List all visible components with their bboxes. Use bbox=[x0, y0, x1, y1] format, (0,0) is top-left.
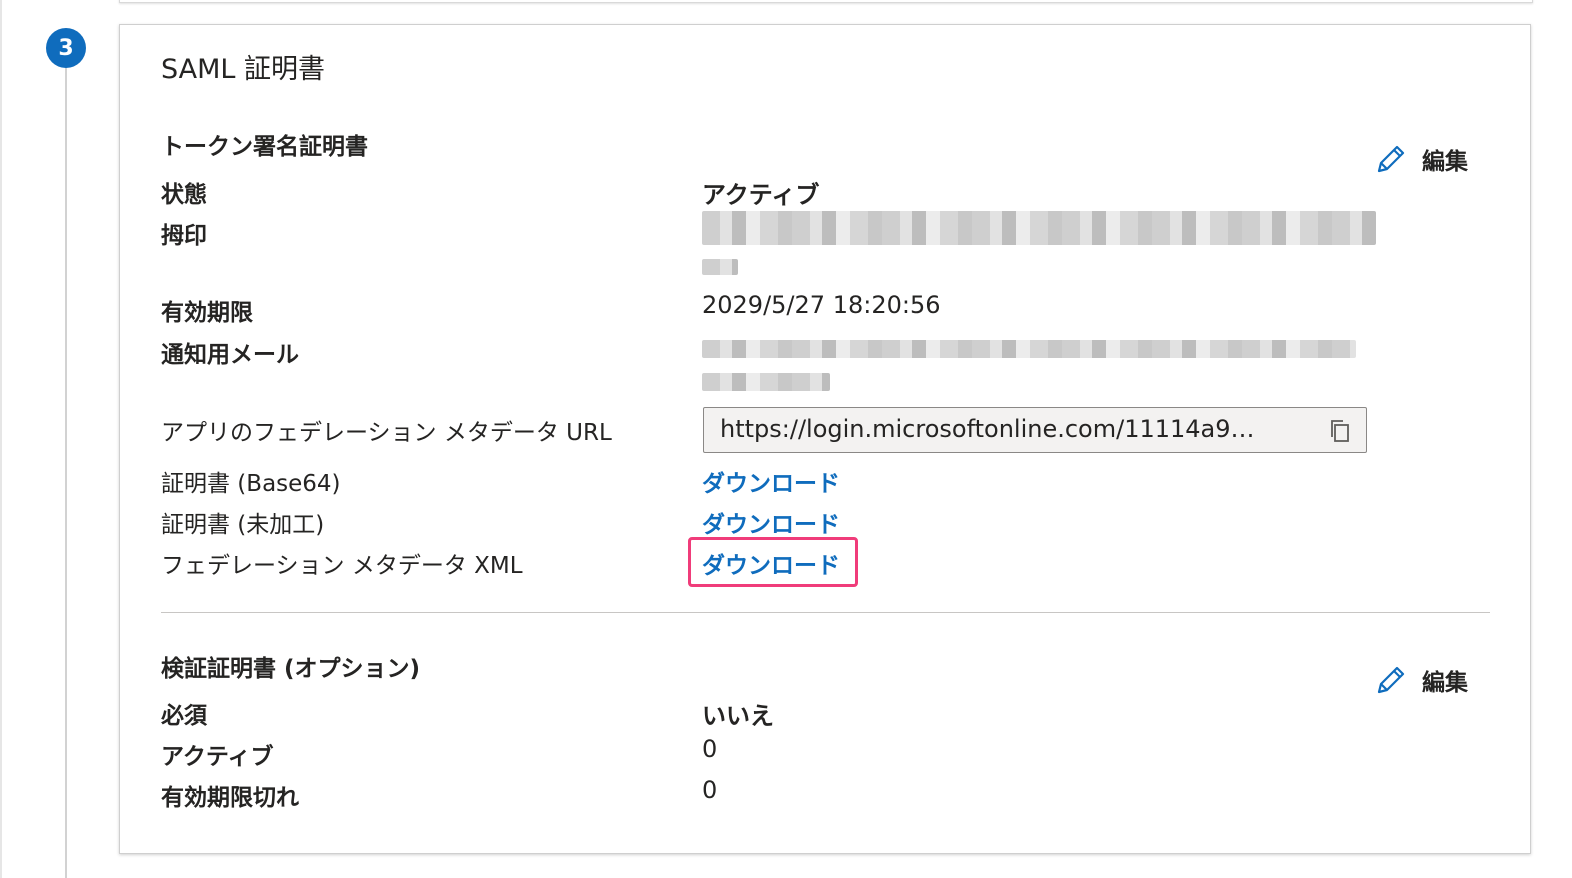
verification-cert-title: 検証証明書 (オプション) bbox=[161, 656, 421, 682]
active-label: アクティブ bbox=[161, 744, 274, 770]
expired-label: 有効期限切れ bbox=[161, 785, 299, 811]
edit-label: 編集 bbox=[1422, 670, 1468, 696]
saml-certificates-card: SAML 証明書 トークン署名証明書 編集 状態 アクティブ 拇印 有効期限 2… bbox=[119, 24, 1531, 854]
frame-edge bbox=[0, 0, 2, 878]
federation-metadata-xml-label: フェデレーション メタデータ XML bbox=[161, 553, 523, 579]
card-title: SAML 証明書 bbox=[161, 54, 326, 85]
token-signing-title: トークン署名証明書 bbox=[161, 134, 368, 160]
active-value: 0 bbox=[702, 735, 718, 763]
cert-raw-download-link[interactable]: ダウンロード bbox=[702, 505, 840, 539]
metadata-url-label: アプリのフェデレーション メタデータ URL bbox=[161, 420, 612, 446]
expiry-label: 有効期限 bbox=[161, 300, 253, 326]
verification-edit-button[interactable]: 編集 bbox=[1374, 660, 1468, 700]
expiry-value: 2029/5/27 18:20:56 bbox=[702, 291, 941, 319]
required-label: 必須 bbox=[161, 703, 207, 729]
thumbprint-redacted-line2 bbox=[702, 259, 738, 275]
metadata-url-field[interactable]: https://login.microsoftonline.com/11114a… bbox=[703, 407, 1367, 453]
thumbprint-redacted bbox=[702, 211, 1376, 245]
section-divider bbox=[161, 612, 1490, 613]
notification-email-redacted bbox=[702, 340, 1356, 358]
previous-card-edge bbox=[119, 0, 1533, 3]
federation-metadata-xml-download-link[interactable]: ダウンロード bbox=[702, 546, 840, 580]
step-connector-line bbox=[65, 60, 67, 878]
thumbprint-label: 拇印 bbox=[161, 223, 207, 249]
cert-base64-label: 証明書 (Base64) bbox=[161, 471, 341, 497]
pencil-icon bbox=[1377, 145, 1405, 173]
step-number-badge: 3 bbox=[46, 28, 86, 68]
notification-email-label: 通知用メール bbox=[161, 342, 299, 368]
status-label: 状態 bbox=[161, 182, 207, 208]
cert-raw-label: 証明書 (未加工) bbox=[161, 512, 325, 538]
copy-icon[interactable] bbox=[1328, 418, 1352, 444]
token-signing-edit-button[interactable]: 編集 bbox=[1374, 139, 1468, 179]
required-value: いいえ bbox=[702, 702, 774, 730]
metadata-url-value: https://login.microsoftonline.com/11114a… bbox=[720, 415, 1255, 443]
expired-value: 0 bbox=[702, 776, 718, 804]
cert-base64-download-link[interactable]: ダウンロード bbox=[702, 464, 840, 498]
notification-email-redacted-line2 bbox=[702, 373, 830, 391]
status-value: アクティブ bbox=[702, 181, 820, 209]
pencil-icon bbox=[1377, 666, 1405, 694]
edit-label: 編集 bbox=[1422, 149, 1468, 175]
